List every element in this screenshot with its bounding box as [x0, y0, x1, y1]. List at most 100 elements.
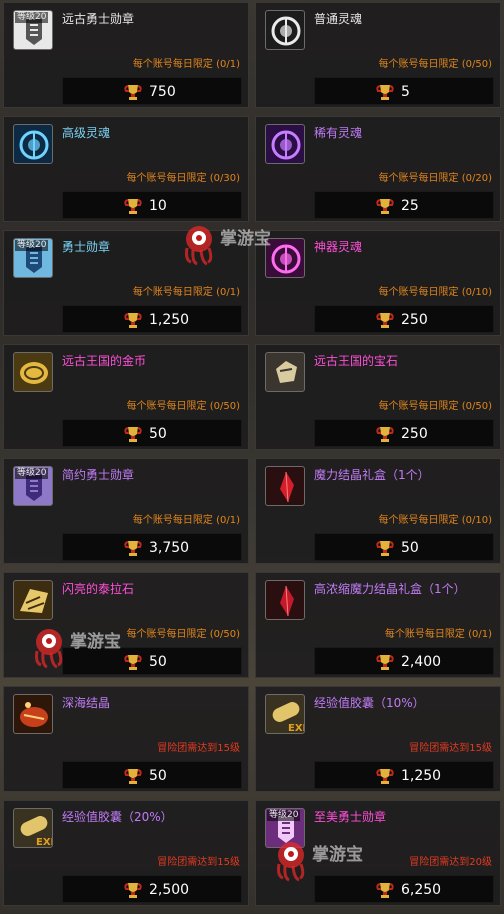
trophy-currency-icon: [376, 199, 394, 214]
shop-item-card[interactable]: 普通灵魂 每个账号每日限定 (0/50) 5: [255, 2, 501, 108]
level-badge: 等级20: [15, 468, 49, 479]
item-price: 3,750: [149, 540, 190, 556]
gold-coin-icon: [20, 362, 48, 384]
trophy-currency-icon: [124, 85, 142, 100]
shop-item-card[interactable]: 深海结晶冒险团需达到15级 50: [3, 686, 249, 792]
price-box[interactable]: 1,250: [62, 305, 242, 333]
item-name: 深海结晶: [62, 696, 111, 710]
gem-stone-icon: [276, 361, 297, 383]
deep-sea-crystal-icon: [20, 702, 48, 727]
shop-item-card[interactable]: 神器灵魂每个账号每日限定 (0/10) 250: [255, 230, 501, 336]
trophy-currency-icon: [124, 199, 142, 214]
purchase-limit: 每个账号每日限定 (0/10): [378, 515, 492, 526]
price-box[interactable]: 2,500: [62, 875, 242, 903]
warrior-badge-icon: 等级20: [265, 808, 305, 848]
trophy-currency-icon: [376, 541, 394, 556]
price-box[interactable]: 5: [314, 77, 494, 105]
item-name: 远古勇士勋章: [62, 12, 135, 26]
item-name: 稀有灵魂: [314, 126, 363, 140]
shop-item-card[interactable]: 稀有灵魂每个账号每日限定 (0/20) 25: [255, 116, 501, 222]
purchase-limit: 每个账号每日限定 (0/1): [132, 59, 240, 70]
tera-stone-icon: [13, 580, 53, 620]
price-box[interactable]: 50: [62, 647, 242, 675]
purchase-limit: 每个账号每日限定 (0/30): [126, 173, 240, 184]
trophy-currency-icon: [124, 769, 142, 784]
purchase-limit: 每个账号每日限定 (0/50): [378, 401, 492, 412]
level-badge: 等级20: [267, 810, 301, 821]
shop-item-card[interactable]: EXP 经验值胶囊（20%） 冒险团需达到15级 2,500: [3, 800, 249, 906]
svg-text:EXP: EXP: [36, 837, 53, 848]
warrior-badge-icon: 等级20: [13, 238, 53, 278]
item-price: 25: [401, 198, 419, 214]
item-price: 250: [401, 312, 428, 328]
price-box[interactable]: 750: [62, 77, 242, 105]
soul-orb-icon: [13, 124, 53, 164]
trophy-currency-icon: [376, 313, 394, 328]
item-name: 经验值胶囊（20%）: [62, 810, 173, 824]
item-price: 50: [401, 540, 419, 556]
item-price: 2,500: [149, 882, 190, 898]
shop-item-card[interactable]: 高级灵魂 每个账号每日限定 (0/30) 10: [3, 116, 249, 222]
price-box[interactable]: 1,250: [314, 761, 494, 789]
shop-item-card[interactable]: EXP 经验值胶囊（10%） 冒险团需达到15级 1,250: [255, 686, 501, 792]
price-box[interactable]: 3,750: [62, 533, 242, 561]
red-crystal-icon: [265, 466, 305, 506]
purchase-limit: 每个账号每日限定 (0/50): [126, 629, 240, 640]
exp-capsule-icon: EXP: [265, 694, 305, 734]
price-box[interactable]: 2,400: [314, 647, 494, 675]
shop-item-card[interactable]: 等级20 远古勇士勋章每个账号每日限定 (0/1) 750: [3, 2, 249, 108]
soul-orb-icon: [271, 16, 301, 46]
purchase-limit: 冒险团需达到15级: [157, 743, 240, 754]
shop-item-card[interactable]: 闪亮的泰拉石 每个账号每日限定 (0/50) 50: [3, 572, 249, 678]
purchase-limit: 冒险团需达到15级: [409, 743, 492, 754]
trophy-currency-icon: [376, 427, 394, 442]
shop-item-card[interactable]: 远古王国的金币 每个账号每日限定 (0/50) 50: [3, 344, 249, 450]
trophy-currency-icon: [376, 655, 394, 670]
trophy-currency-icon: [124, 427, 142, 442]
price-box[interactable]: 250: [314, 419, 494, 447]
price-box[interactable]: 50: [314, 533, 494, 561]
gold-coin-icon: [13, 352, 53, 392]
shop-item-card[interactable]: 远古王国的宝石 每个账号每日限定 (0/50) 250: [255, 344, 501, 450]
price-box[interactable]: 25: [314, 191, 494, 219]
warrior-badge-icon: 等级20: [13, 10, 53, 50]
exp-capsule-icon: EXP: [13, 808, 53, 848]
shop-item-card[interactable]: 魔力结晶礼盒（1个） 每个账号每日限定 (0/10) 50: [255, 458, 501, 564]
price-box[interactable]: 250: [314, 305, 494, 333]
item-name: 神器灵魂: [314, 240, 363, 254]
item-name: 魔力结晶礼盒（1个）: [314, 468, 430, 482]
shop-item-card[interactable]: 等级20 简约勇士勋章 每个账号每日限定 (0/1) 3,750: [3, 458, 249, 564]
level-badge: 等级20: [15, 240, 49, 251]
soul-orb-icon: [271, 130, 301, 160]
item-name: 简约勇士勋章: [62, 468, 135, 482]
price-box[interactable]: 50: [62, 419, 242, 447]
purchase-limit: 每个账号每日限定 (0/50): [378, 59, 492, 70]
item-name: 勇士勋章: [62, 240, 111, 254]
item-price: 750: [149, 84, 176, 100]
soul-orb-icon: [19, 130, 49, 160]
exp-capsule-icon: EXP: [20, 816, 53, 848]
exp-capsule-icon: EXP: [272, 702, 305, 734]
soul-orb-icon: [265, 124, 305, 164]
purchase-limit: 每个账号每日限定 (0/10): [378, 287, 492, 298]
item-price: 2,400: [401, 654, 442, 670]
item-price: 1,250: [401, 768, 442, 784]
item-price: 250: [401, 426, 428, 442]
price-box[interactable]: 50: [62, 761, 242, 789]
price-box[interactable]: 6,250: [314, 875, 494, 903]
shop-item-card[interactable]: 等级20 勇士勋章 每个账号每日限定 (0/1) 1,250: [3, 230, 249, 336]
price-box[interactable]: 10: [62, 191, 242, 219]
item-price: 6,250: [401, 882, 442, 898]
shop-item-card[interactable]: 高浓缩魔力结晶礼盒（1个） 每个账号每日限定 (0/1) 2,400: [255, 572, 501, 678]
purchase-limit: 每个账号每日限定 (0/20): [378, 173, 492, 184]
svg-text:EXP: EXP: [288, 723, 305, 734]
shop-grid: 等级20 远古勇士勋章 每个账号每日限定 (0/1) 750 普通灵魂 每个账号每日限定 …: [0, 0, 504, 914]
item-price: 50: [149, 426, 167, 442]
trophy-currency-icon: [376, 85, 394, 100]
gem-stone-icon: [265, 352, 305, 392]
warrior-badge-icon: 等级20: [13, 466, 53, 506]
shop-item-card[interactable]: 等级20 至美勇士勋章 冒险团需达到20级 6,250: [255, 800, 501, 906]
trophy-currency-icon: [124, 541, 142, 556]
purchase-limit: 每个账号每日限定 (0/50): [126, 401, 240, 412]
level-badge: 等级20: [15, 12, 49, 23]
